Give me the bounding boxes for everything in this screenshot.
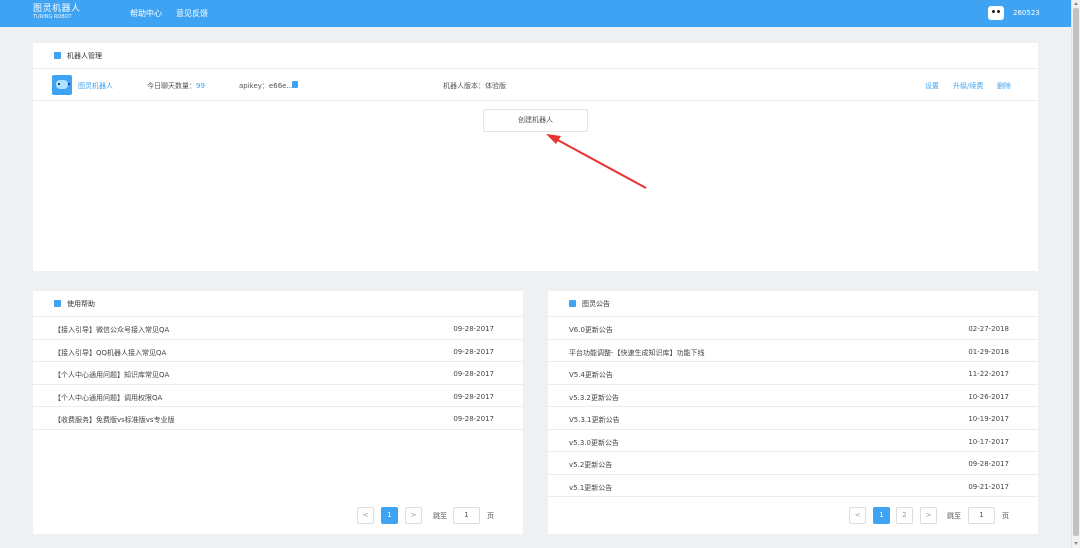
item-title[interactable]: 【个人中心通用问题】知识库常见QA <box>54 370 169 380</box>
page-button-2[interactable]: 2 <box>896 507 913 524</box>
copy-icon[interactable] <box>292 81 298 88</box>
item-title[interactable]: v5.1更新公告 <box>569 483 612 493</box>
item-date: 09-28-2017 <box>453 392 494 401</box>
list-item[interactable]: V5.4更新公告 11-22-2017 <box>548 362 1038 385</box>
next-page-button[interactable]: > <box>920 507 937 524</box>
list-item[interactable]: V5.3.1更新公告 10-19-2017 <box>548 407 1038 430</box>
item-date: 10-17-2017 <box>968 437 1009 446</box>
notice-panel: 图灵公告 V6.0更新公告 02-27-2018 平台功能调整-【快速生成知识库… <box>548 291 1038 534</box>
user-avatar-icon[interactable] <box>988 6 1004 20</box>
list-item[interactable]: v5.2更新公告 09-28-2017 <box>548 452 1038 475</box>
user-id[interactable]: 260523 <box>1013 9 1040 17</box>
nav-help-center[interactable]: 帮助中心 <box>130 8 162 19</box>
item-date: 02-27-2018 <box>968 325 1009 333</box>
list-item[interactable]: v5.3.2更新公告 10-26-2017 <box>548 385 1038 407</box>
scroll-down-icon[interactable] <box>1074 542 1078 545</box>
item-title[interactable]: 【个人中心通用问题】调用权限QA <box>54 393 162 403</box>
pagination: < 1 > 跳至 1 页 <box>357 507 507 524</box>
prev-page-button[interactable]: < <box>849 507 866 524</box>
robot-avatar-icon <box>52 75 72 95</box>
panel-header: 机器人管理 <box>33 43 1038 69</box>
help-list: 【接入引导】微信公众号接入常见QA 09-28-2017 【接入引导】QQ机器人… <box>33 317 523 430</box>
item-title[interactable]: 平台功能调整-【快速生成知识库】功能下线 <box>569 348 705 358</box>
page-label: 页 <box>1002 512 1009 520</box>
item-title[interactable]: v5.3.0更新公告 <box>569 438 619 448</box>
item-date: 09-28-2017 <box>968 460 1009 468</box>
list-item[interactable]: 平台功能调整-【快速生成知识库】功能下线 01-29-2018 <box>548 340 1038 362</box>
chat-count-label: 今日聊天数量： <box>147 82 196 90</box>
panel-title: 图灵公告 <box>582 300 610 308</box>
item-date: 10-26-2017 <box>968 392 1009 401</box>
scroll-thumb[interactable] <box>1073 8 1079 536</box>
item-date: 09-28-2017 <box>453 347 494 356</box>
panel-header: 图灵公告 <box>548 291 1038 317</box>
item-date: 01-29-2018 <box>968 347 1009 356</box>
delete-link[interactable]: 删除 <box>997 81 1011 91</box>
chat-count-value: 99 <box>196 82 205 90</box>
create-robot-button[interactable]: 创建机器人 <box>483 109 588 132</box>
item-title[interactable]: V6.0更新公告 <box>569 325 613 335</box>
item-date: 09-28-2017 <box>453 415 494 423</box>
list-item[interactable]: V6.0更新公告 02-27-2018 <box>548 317 1038 340</box>
page-scrollbar[interactable] <box>1071 0 1080 548</box>
nav-feedback[interactable]: 意见反馈 <box>176 8 208 19</box>
list-item[interactable]: 【个人中心通用问题】知识库常见QA 09-28-2017 <box>33 362 523 385</box>
logo[interactable]: 图灵机器人 TURING ROBOT <box>33 5 81 21</box>
settings-link[interactable]: 设置 <box>925 81 939 91</box>
panel-title: 使用帮助 <box>67 300 95 308</box>
prev-page-button[interactable]: < <box>357 507 374 524</box>
item-date: 09-21-2017 <box>968 482 1009 491</box>
notice-list: V6.0更新公告 02-27-2018 平台功能调整-【快速生成知识库】功能下线… <box>548 317 1038 497</box>
robot-name[interactable]: 图灵机器人 <box>78 81 113 91</box>
list-item[interactable]: 【接入引导】微信公众号接入常见QA 09-28-2017 <box>33 317 523 340</box>
apikey-text: apikey：e66e... <box>239 82 294 90</box>
pagination: < 1 2 > 跳至 1 页 <box>849 507 1019 524</box>
robot-management-panel: 机器人管理 图灵机器人 今日聊天数量：99 apikey：e66e... 机器人… <box>33 43 1038 271</box>
goto-page-input[interactable]: 1 <box>968 507 995 524</box>
logo-subtext: TURING ROBOT <box>33 14 72 20</box>
top-navbar: 图灵机器人 TURING ROBOT 帮助中心 意见反馈 260523 <box>0 0 1071 27</box>
help-panel: 使用帮助 【接入引导】微信公众号接入常见QA 09-28-2017 【接入引导】… <box>33 291 523 534</box>
list-item[interactable]: v5.3.0更新公告 10-17-2017 <box>548 430 1038 452</box>
item-title[interactable]: 【接入引导】微信公众号接入常见QA <box>54 325 169 335</box>
goto-page-input[interactable]: 1 <box>453 507 480 524</box>
item-title[interactable]: 【接入引导】QQ机器人接入常见QA <box>54 348 166 358</box>
speaker-icon <box>569 300 576 307</box>
goto-label: 跳至 <box>947 512 961 520</box>
annotation-arrow-icon <box>546 134 647 189</box>
item-date: 09-28-2017 <box>453 370 494 378</box>
robot-icon <box>54 52 61 59</box>
item-title[interactable]: V5.3.1更新公告 <box>569 415 620 425</box>
logo-text: 图灵机器人 <box>33 4 81 14</box>
list-item[interactable]: 【接入引导】QQ机器人接入常见QA 09-28-2017 <box>33 340 523 362</box>
page-label: 页 <box>487 512 494 520</box>
page-button-1[interactable]: 1 <box>873 507 890 524</box>
panel-title: 机器人管理 <box>67 52 102 60</box>
list-item[interactable]: 【个人中心通用问题】调用权限QA 09-28-2017 <box>33 385 523 407</box>
robot-row: 图灵机器人 今日聊天数量：99 apikey：e66e... 机器人版本：体验版… <box>33 69 1038 101</box>
chat-count: 今日聊天数量：99 <box>147 81 205 91</box>
item-title[interactable]: v5.3.2更新公告 <box>569 393 619 403</box>
item-title[interactable]: v5.2更新公告 <box>569 460 612 470</box>
item-date: 09-28-2017 <box>453 325 494 333</box>
page-button-1[interactable]: 1 <box>381 507 398 524</box>
upgrade-renew-link[interactable]: 升级/续费 <box>953 81 983 91</box>
scroll-up-icon[interactable] <box>1074 2 1078 5</box>
item-date: 11-22-2017 <box>968 370 1009 378</box>
book-icon <box>54 300 61 307</box>
robot-version: 机器人版本：体验版 <box>443 82 506 90</box>
list-item[interactable]: v5.1更新公告 09-21-2017 <box>548 475 1038 497</box>
goto-label: 跳至 <box>433 512 447 520</box>
list-item[interactable]: 【收费服务】免费版vs标准版vs专业版 09-28-2017 <box>33 407 523 430</box>
item-title[interactable]: V5.4更新公告 <box>569 370 613 380</box>
next-page-button[interactable]: > <box>405 507 422 524</box>
item-title[interactable]: 【收费服务】免费版vs标准版vs专业版 <box>54 415 175 425</box>
panel-header: 使用帮助 <box>33 291 523 317</box>
item-date: 10-19-2017 <box>968 415 1009 423</box>
